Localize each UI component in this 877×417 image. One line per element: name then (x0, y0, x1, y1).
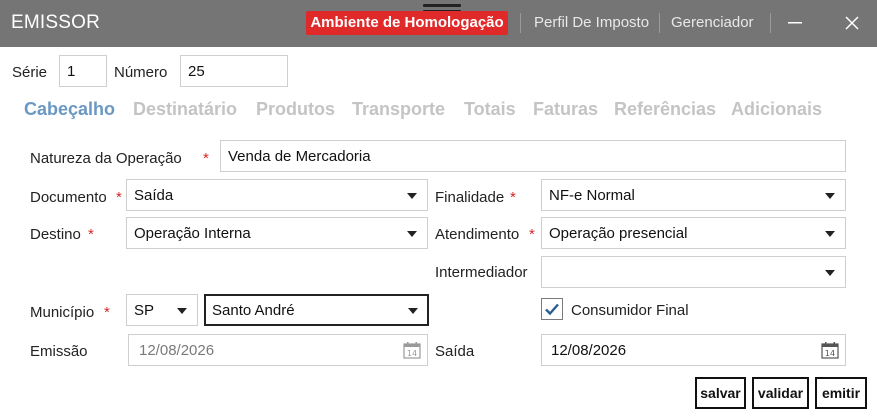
chevron-down-icon (408, 308, 418, 314)
natureza-label: Natureza da Operação (30, 150, 182, 167)
tab-destinatario[interactable]: Destinatário (133, 99, 237, 120)
serie-input[interactable]: 1 (59, 55, 107, 87)
numero-value: 25 (188, 63, 205, 80)
natureza-input[interactable]: Venda de Mercadoria (220, 140, 846, 172)
calendar-icon[interactable]: 14 (821, 341, 839, 359)
required-mark: * (203, 150, 209, 167)
required-mark: * (104, 304, 110, 321)
title-separator (770, 13, 771, 33)
saida-label: Saída (435, 343, 475, 360)
close-button[interactable] (836, 8, 868, 38)
minimize-button[interactable] (779, 8, 811, 38)
saida-date-input[interactable]: 12/08/2026 14 (541, 334, 846, 366)
finalidade-value: NF-e Normal (549, 187, 635, 204)
atendimento-value: Operação presencial (549, 225, 688, 242)
tab-referencias[interactable]: Referências (614, 99, 716, 120)
title-separator (520, 13, 521, 33)
finalidade-select[interactable]: NF-e Normal (541, 179, 846, 211)
svg-text:14: 14 (825, 349, 835, 358)
emitir-button[interactable]: emitir (815, 377, 867, 409)
svg-text:14: 14 (407, 349, 417, 358)
intermediador-select[interactable] (541, 256, 846, 288)
required-mark: * (529, 226, 535, 243)
title-separator (659, 13, 660, 33)
tab-produtos[interactable]: Produtos (256, 99, 335, 120)
required-mark: * (510, 189, 516, 206)
municipio-select[interactable]: Santo André (204, 294, 429, 326)
tab-cabecalho[interactable]: Cabeçalho (24, 99, 115, 120)
menu-gerenciador[interactable]: Gerenciador (671, 14, 754, 31)
consumidor-final-checkbox[interactable] (541, 298, 563, 320)
destino-select[interactable]: Operação Interna (126, 217, 428, 249)
municipio-value: Santo André (212, 302, 295, 319)
numero-input[interactable]: 25 (180, 55, 288, 87)
menu-perfil-de-imposto[interactable]: Perfil De Imposto (534, 14, 649, 31)
chevron-down-icon (407, 231, 417, 237)
window-title: EMISSOR (11, 12, 101, 33)
required-mark: * (116, 189, 122, 206)
checkmark-icon (545, 303, 559, 316)
uf-select[interactable]: SP (126, 294, 198, 326)
chevron-down-icon (825, 270, 835, 276)
tab-totais[interactable]: Totais (464, 99, 516, 120)
documento-value: Saída (134, 187, 174, 204)
atendimento-label: Atendimento (435, 226, 520, 243)
required-mark: * (88, 226, 94, 243)
municipio-label: Município (30, 304, 95, 321)
destino-value: Operação Interna (134, 225, 251, 242)
validar-button[interactable]: validar (752, 377, 809, 409)
documento-label: Documento (30, 189, 107, 206)
atendimento-select[interactable]: Operação presencial (541, 217, 846, 249)
tab-adicionais[interactable]: Adicionais (731, 99, 822, 120)
finalidade-label: Finalidade (435, 189, 505, 206)
environment-badge: Ambiente de Homologação (306, 11, 508, 35)
consumidor-final-label: Consumidor Final (571, 302, 689, 319)
natureza-value: Venda de Mercadoria (228, 148, 371, 165)
tab-transporte[interactable]: Transporte (352, 99, 445, 120)
minimize-icon (788, 22, 802, 24)
uf-value: SP (134, 302, 155, 319)
destino-label: Destino (30, 226, 81, 243)
emissao-label: Emissão (30, 343, 88, 360)
documento-select[interactable]: Saída (126, 179, 428, 211)
emissao-date-input: 12/08/2026 14 (128, 334, 428, 366)
title-bar: EMISSOR Ambiente de Homologação Perfil D… (0, 0, 877, 47)
numero-label: Número (114, 64, 168, 81)
tab-faturas[interactable]: Faturas (533, 99, 598, 120)
intermediador-label: Intermediador (435, 264, 528, 281)
emissao-value: 12/08/2026 (139, 342, 215, 359)
close-icon (845, 16, 859, 30)
chevron-down-icon (407, 193, 417, 199)
chevron-down-icon (825, 231, 835, 237)
serie-label: Série (12, 64, 48, 81)
chevron-down-icon (177, 308, 187, 314)
chevron-down-icon (825, 193, 835, 199)
serie-value: 1 (67, 63, 76, 80)
calendar-icon: 14 (403, 342, 421, 359)
saida-value: 12/08/2026 (551, 342, 627, 359)
salvar-button[interactable]: salvar (695, 377, 746, 409)
